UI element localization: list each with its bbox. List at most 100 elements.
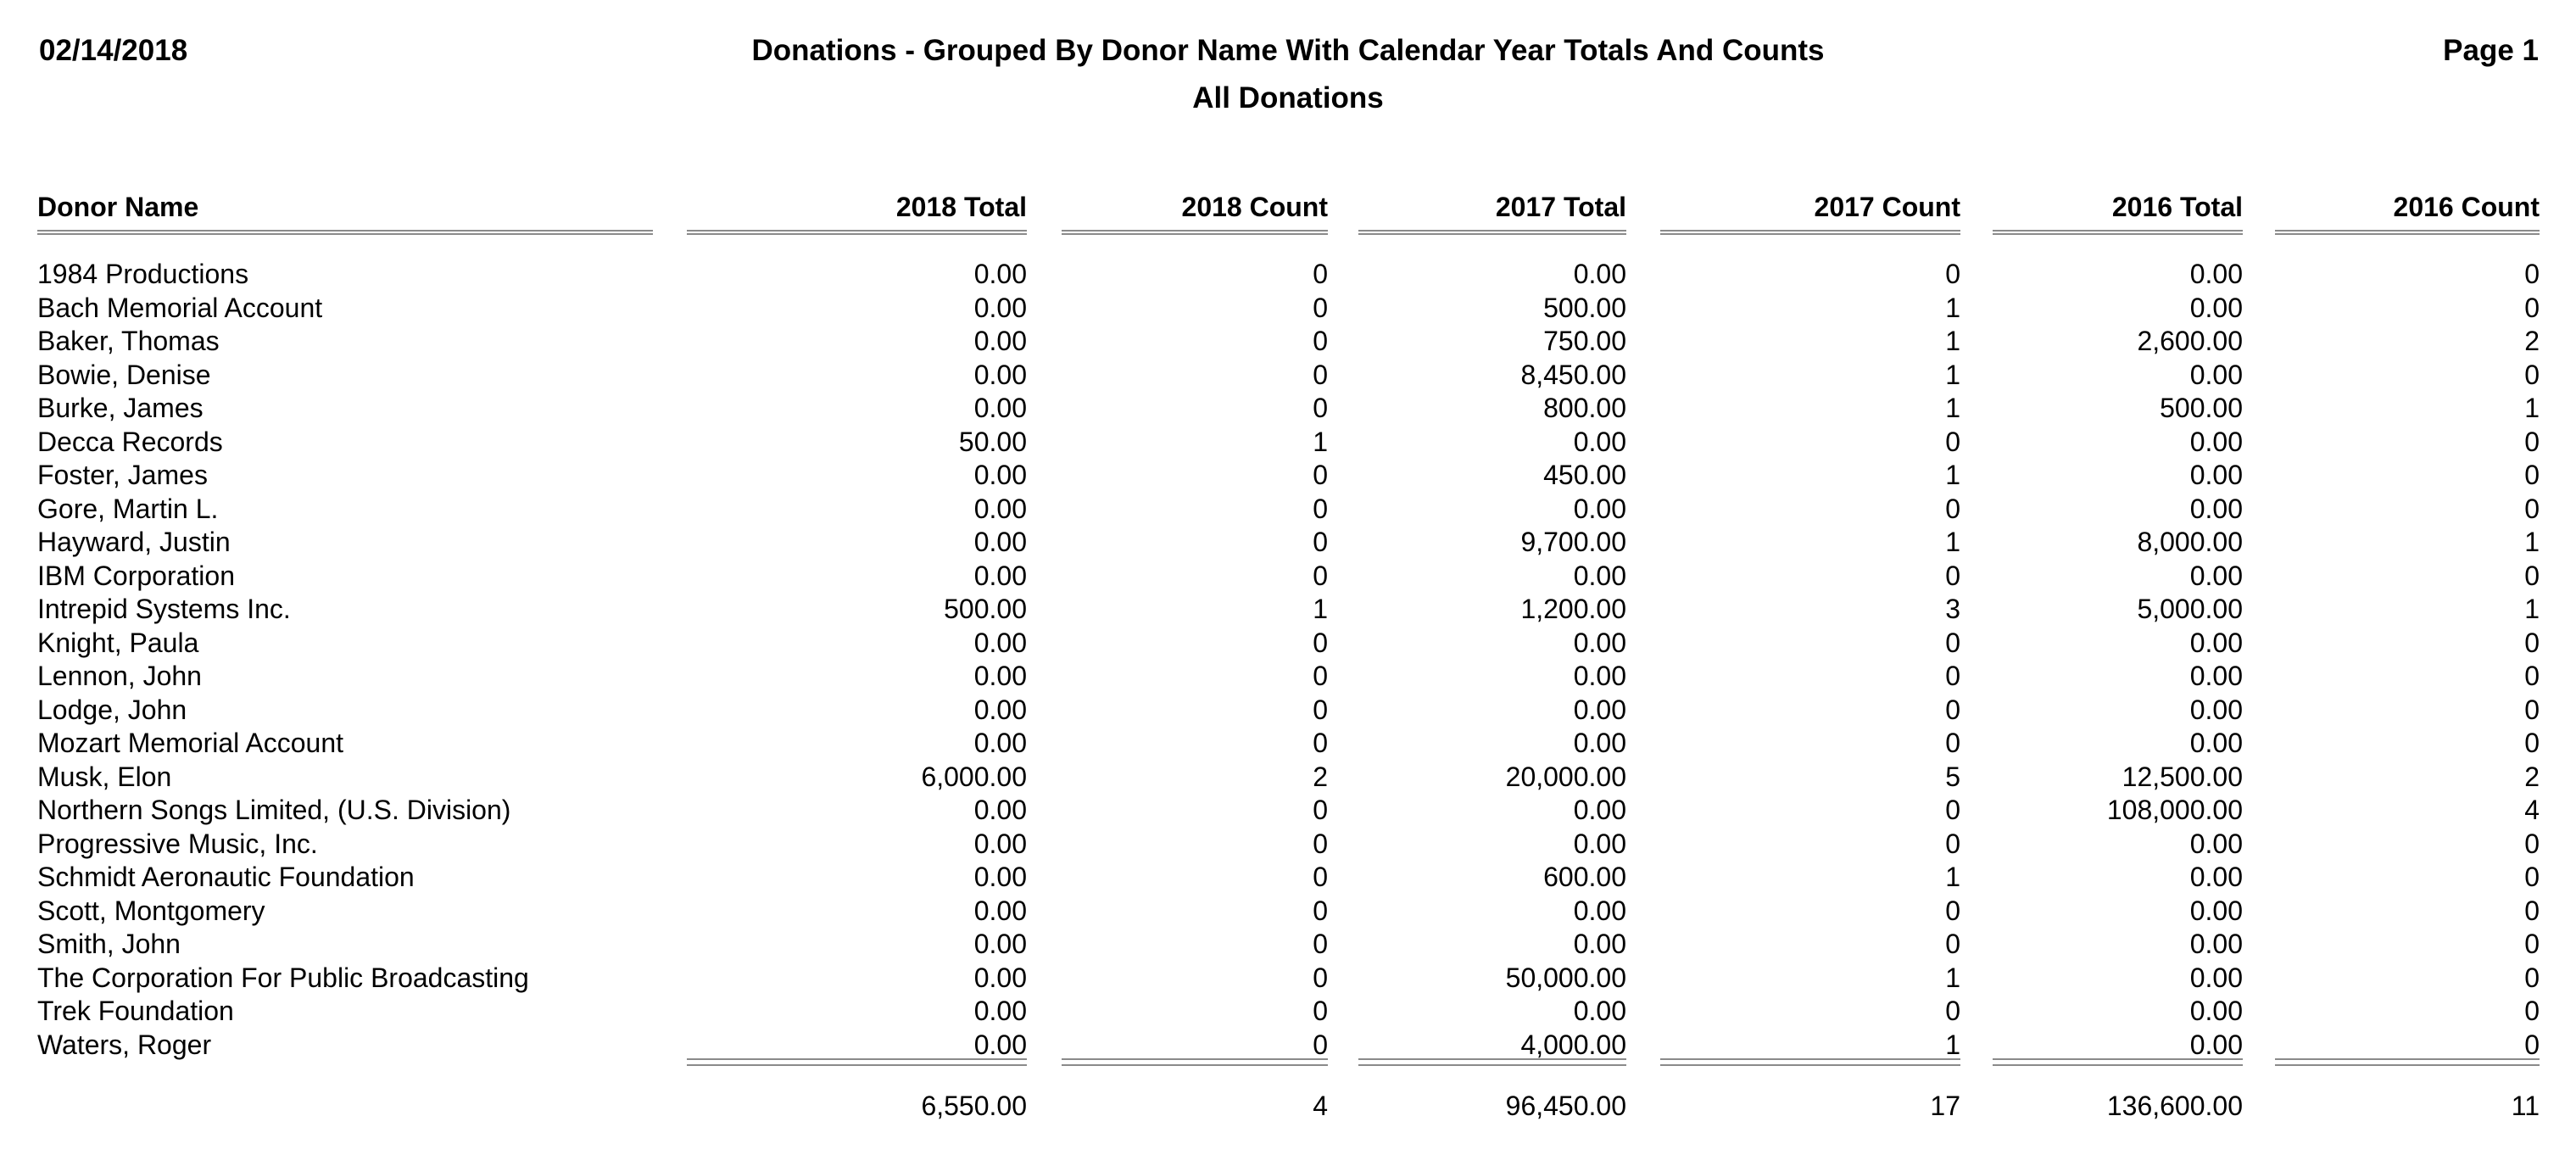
donor-name-cell: Knight, Paula — [37, 628, 199, 658]
donor-name-cell: Bach Memorial Account — [37, 293, 323, 323]
donor-name-cell: Mozart Memorial Account — [37, 728, 344, 758]
cell-t2016: 0.00 — [2189, 962, 2243, 993]
cell-t2017: 8,450.00 — [1520, 360, 1626, 390]
cell-t2017: 0.00 — [1573, 996, 1626, 1026]
cell-c2017: 3 — [1945, 594, 1960, 624]
cell-c2017: 0 — [1945, 929, 1960, 959]
cell-t2016: 0.00 — [2189, 728, 2243, 758]
cell-c2016: 0 — [2524, 561, 2540, 591]
cell-t2016: 0.00 — [2189, 996, 2243, 1026]
donor-name-cell: Intrepid Systems Inc. — [37, 594, 291, 624]
cell-t2018: 0.00 — [973, 293, 1027, 323]
cell-t2016: 8,000.00 — [2137, 527, 2243, 557]
cell-c2018: 0 — [1313, 360, 1328, 390]
donor-name-cell: Smith, John — [37, 929, 181, 959]
cell-t2017: 0.00 — [1573, 929, 1626, 959]
cell-t2017: 0.00 — [1573, 829, 1626, 859]
cell-c2018: 0 — [1313, 326, 1328, 356]
cell-c2016: 0 — [2524, 695, 2540, 725]
donor-name-cell: Bowie, Denise — [37, 360, 211, 390]
cell-c2017: 1 — [1945, 460, 1960, 490]
cell-c2018: 2 — [1313, 762, 1328, 792]
cell-t2017: 0.00 — [1573, 628, 1626, 658]
cell-c2018: 0 — [1313, 929, 1328, 959]
header-rule-c2018 — [1062, 230, 1328, 235]
totals-rule-c2016 — [2275, 1058, 2540, 1066]
cell-t2017: 600.00 — [1543, 862, 1626, 892]
cell-c2016: 0 — [2524, 661, 2540, 691]
cell-t2017: 0.00 — [1573, 695, 1626, 725]
cell-t2017: 0.00 — [1573, 561, 1626, 591]
cell-c2016: 0 — [2524, 1029, 2540, 1060]
cell-c2017: 0 — [1945, 996, 1960, 1026]
donor-name-cell: Scott, Montgomery — [37, 896, 265, 926]
cell-c2016: 0 — [2524, 996, 2540, 1026]
cell-c2016: 0 — [2524, 360, 2540, 390]
page-number: Page 1 — [2443, 34, 2539, 67]
cell-c2018: 0 — [1313, 494, 1328, 524]
cell-c2018: 0 — [1313, 996, 1328, 1026]
cell-t2017: 0.00 — [1573, 896, 1626, 926]
donor-name-cell: Northern Songs Limited, (U.S. Division) — [37, 795, 511, 825]
header-rule-t2018 — [687, 230, 1027, 235]
donor-name-cell: The Corporation For Public Broadcasting — [37, 962, 529, 993]
cell-c2017: 0 — [1945, 494, 1960, 524]
header-rule-donor — [37, 230, 653, 235]
cell-t2018: 0.00 — [973, 527, 1027, 557]
cell-c2017: 1 — [1945, 962, 1960, 993]
cell-t2018: 0.00 — [973, 1029, 1027, 1060]
cell-c2017: 1 — [1945, 527, 1960, 557]
cell-c2018: 0 — [1313, 393, 1328, 423]
totals-rule-t2018 — [687, 1058, 1027, 1066]
column-header-c2016: 2016 Count — [2393, 192, 2540, 222]
cell-c2018: 0 — [1313, 259, 1328, 289]
cell-t2017: 0.00 — [1573, 259, 1626, 289]
totals-rule-t2017 — [1358, 1058, 1626, 1066]
column-header-t2016: 2016 Total — [2111, 192, 2243, 222]
total-t2018: 6,550.00 — [921, 1091, 1027, 1121]
cell-c2018: 0 — [1313, 695, 1328, 725]
cell-t2016: 0.00 — [2189, 460, 2243, 490]
cell-t2017: 50,000.00 — [1505, 962, 1626, 993]
cell-c2016: 2 — [2524, 762, 2540, 792]
cell-t2017: 0.00 — [1573, 795, 1626, 825]
cell-c2018: 0 — [1313, 661, 1328, 691]
cell-c2016: 0 — [2524, 728, 2540, 758]
cell-c2016: 0 — [2524, 962, 2540, 993]
cell-c2017: 1 — [1945, 862, 1960, 892]
cell-c2016: 1 — [2524, 527, 2540, 557]
cell-t2016: 5,000.00 — [2137, 594, 2243, 624]
cell-t2018: 0.00 — [973, 326, 1027, 356]
cell-t2018: 0.00 — [973, 862, 1027, 892]
cell-t2016: 2,600.00 — [2137, 326, 2243, 356]
column-header-donor: Donor Name — [37, 192, 199, 222]
cell-t2016: 108,000.00 — [2106, 795, 2243, 825]
cell-c2018: 1 — [1313, 427, 1328, 457]
total-c2016: 11 — [2511, 1091, 2540, 1121]
cell-t2018: 50.00 — [958, 427, 1027, 457]
cell-c2018: 0 — [1313, 962, 1328, 993]
cell-t2018: 0.00 — [973, 728, 1027, 758]
cell-c2017: 1 — [1945, 360, 1960, 390]
cell-t2018: 6,000.00 — [921, 762, 1027, 792]
donor-name-cell: Trek Foundation — [37, 996, 234, 1026]
cell-c2017: 5 — [1945, 762, 1960, 792]
cell-t2016: 0.00 — [2189, 929, 2243, 959]
cell-t2018: 0.00 — [973, 996, 1027, 1026]
cell-t2018: 0.00 — [973, 929, 1027, 959]
report-title: Donations - Grouped By Donor Name With C… — [751, 34, 1825, 67]
cell-t2016: 500.00 — [2160, 393, 2243, 423]
cell-c2016: 0 — [2524, 896, 2540, 926]
cell-c2016: 0 — [2524, 929, 2540, 959]
cell-c2017: 0 — [1945, 628, 1960, 658]
cell-c2018: 0 — [1313, 795, 1328, 825]
cell-t2016: 0.00 — [2189, 695, 2243, 725]
cell-c2018: 0 — [1313, 527, 1328, 557]
cell-t2017: 800.00 — [1543, 393, 1626, 423]
cell-t2017: 20,000.00 — [1505, 762, 1626, 792]
cell-c2018: 0 — [1313, 293, 1328, 323]
cell-t2016: 12,500.00 — [2122, 762, 2243, 792]
cell-c2016: 1 — [2524, 594, 2540, 624]
cell-c2017: 0 — [1945, 695, 1960, 725]
cell-t2017: 450.00 — [1543, 460, 1626, 490]
